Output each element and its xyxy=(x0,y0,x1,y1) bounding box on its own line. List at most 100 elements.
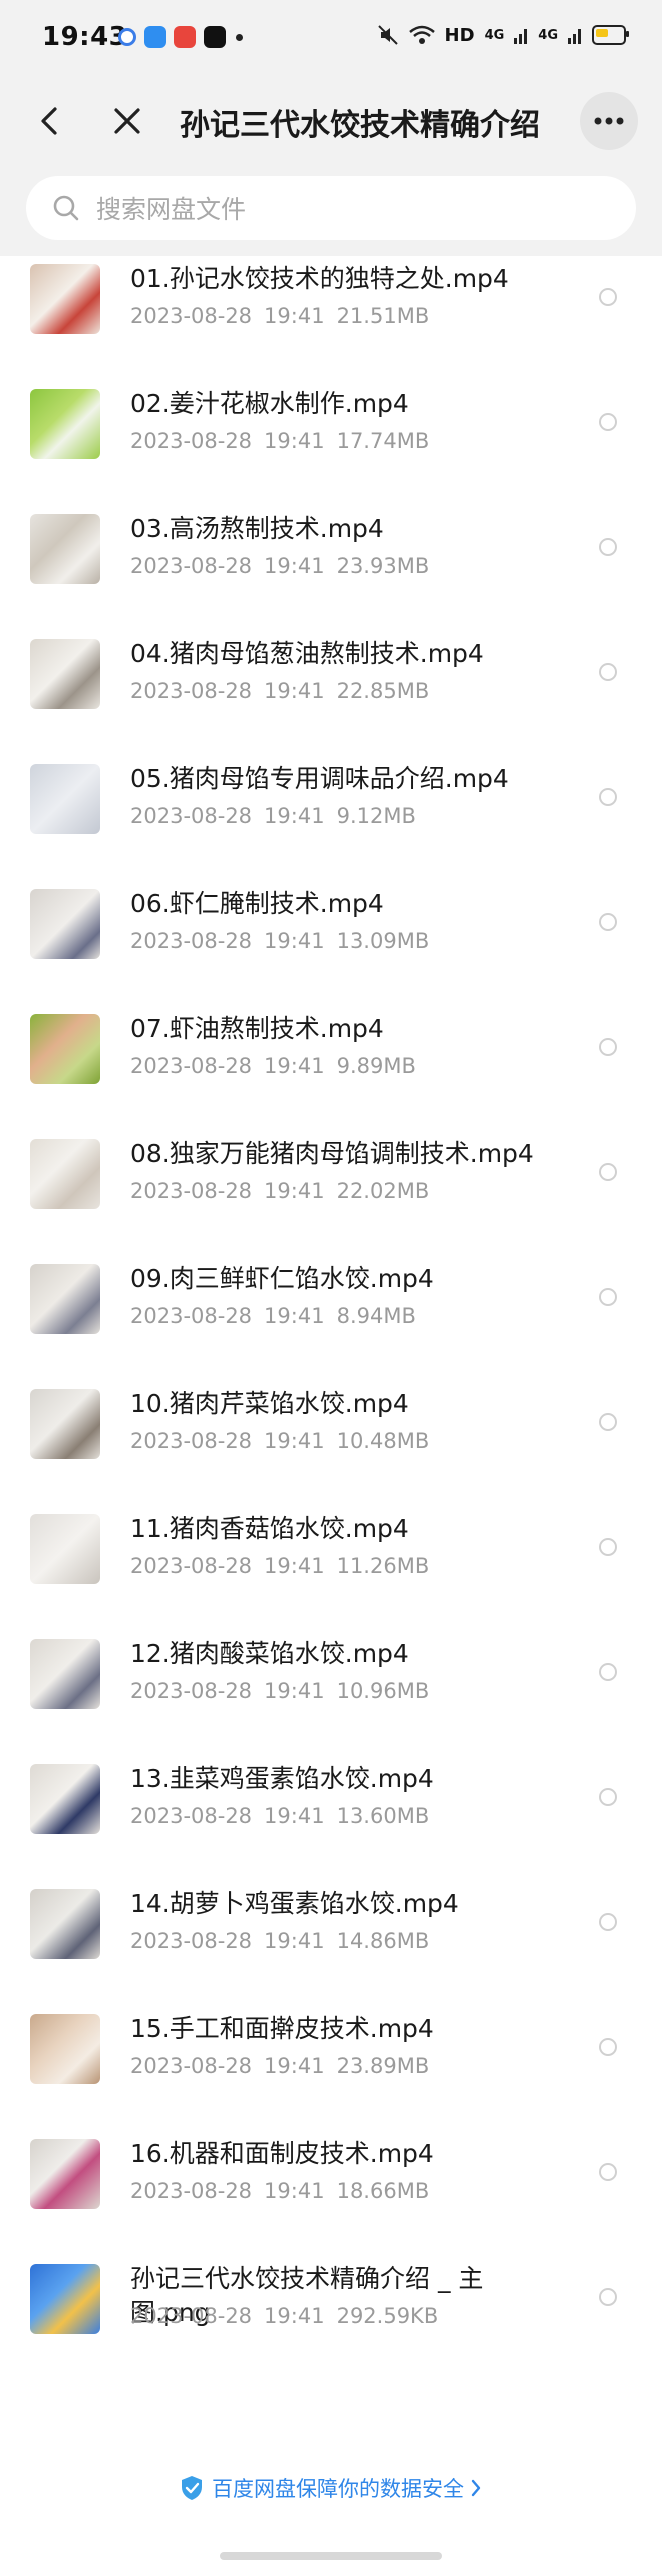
search-placeholder: 搜索网盘文件 xyxy=(96,195,247,224)
file-meta: 2023-08-28 19:41 10.96MB xyxy=(130,1679,429,1703)
file-meta: 2023-08-28 19:41 22.02MB xyxy=(130,1179,429,1203)
select-radio[interactable] xyxy=(599,1413,617,1431)
file-time: 19:41 xyxy=(264,1679,325,1703)
file-row[interactable]: 09.肉三鲜虾仁馅水饺.mp4 2023-08-28 19:41 8.94MB xyxy=(0,1256,662,1381)
security-footer[interactable]: 百度网盘保障你的数据安全 xyxy=(0,2468,662,2508)
file-row[interactable]: 05.猪肉母馅专用调味品介绍.mp4 2023-08-28 19:41 9.12MB xyxy=(0,756,662,881)
file-row[interactable]: 孙记三代水饺技术精确介绍 _ 主图.png 2023-08-28 19:41 292.… xyxy=(0,2256,662,2381)
file-row[interactable]: 14.胡萝卜鸡蛋素馅水饺.mp4 2023-08-28 19:41 14.86MB xyxy=(0,1881,662,2006)
select-radio[interactable] xyxy=(599,1538,617,1556)
file-size: 18.66MB xyxy=(336,2179,430,2203)
file-name: 16.机器和面制皮技术.mp4 xyxy=(130,2139,434,2168)
file-meta: 2023-08-28 19:41 9.12MB xyxy=(130,804,416,828)
select-radio[interactable] xyxy=(599,538,617,556)
file-size: 10.96MB xyxy=(336,1679,430,1703)
file-name: 04.猪肉母馅葱油熬制技术.mp4 xyxy=(130,639,484,668)
file-size: 13.09MB xyxy=(336,929,430,953)
file-row[interactable]: 06.虾仁腌制技术.mp4 2023-08-28 19:41 13.09MB xyxy=(0,881,662,1006)
more-notifications-dot xyxy=(236,33,243,41)
mute-icon xyxy=(377,25,398,45)
wifi-icon xyxy=(408,25,435,44)
file-date: 2023-08-28 xyxy=(130,1179,253,1203)
select-radio[interactable] xyxy=(599,2038,617,2056)
file-thumbnail xyxy=(30,1514,100,1584)
file-size: 23.93MB xyxy=(336,554,430,578)
file-row[interactable]: 11.猪肉香菇馅水饺.mp4 2023-08-28 19:41 11.26MB xyxy=(0,1506,662,1631)
select-radio[interactable] xyxy=(599,2163,617,2181)
file-size: 9.12MB xyxy=(336,804,416,828)
file-name: 10.猪肉芹菜馅水饺.mp4 xyxy=(130,1389,409,1418)
file-name: 12.猪肉酸菜馅水饺.mp4 xyxy=(130,1639,409,1668)
select-radio[interactable] xyxy=(599,1038,617,1056)
file-meta: 2023-08-28 19:41 23.89MB xyxy=(130,2054,429,2078)
file-row[interactable]: 08.独家万能猪肉母馅调制技术.mp4 2023-08-28 19:41 22.02M… xyxy=(0,1131,662,1256)
file-thumbnail xyxy=(30,639,100,709)
file-name: 13.韭菜鸡蛋素馅水饺.mp4 xyxy=(130,1764,434,1793)
file-meta: 2023-08-28 19:41 292.59KB xyxy=(130,2304,438,2328)
search-icon xyxy=(53,195,79,221)
file-meta: 2023-08-28 19:41 13.09MB xyxy=(130,929,429,953)
file-row[interactable]: 10.猪肉芹菜馅水饺.mp4 2023-08-28 19:41 10.48MB xyxy=(0,1381,662,1506)
file-list: 01.孙记水饺技术的独特之处.mp4 2023-08-28 19:41 21.51MB… xyxy=(0,256,662,2381)
file-name: 09.肉三鲜虾仁馅水饺.mp4 xyxy=(130,1264,434,1293)
signal-label-2: 4G xyxy=(538,27,558,43)
file-name: 02.姜汁花椒水制作.mp4 xyxy=(130,389,409,418)
file-name: 01.孙记水饺技术的独特之处.mp4 xyxy=(130,264,509,293)
file-thumbnail xyxy=(30,2264,100,2334)
more-button[interactable] xyxy=(580,92,638,150)
search-section: 搜索网盘文件 xyxy=(0,164,662,256)
file-row[interactable]: 16.机器和面制皮技术.mp4 2023-08-28 19:41 18.66MB xyxy=(0,2131,662,2256)
file-date: 2023-08-28 xyxy=(130,1429,253,1453)
file-time: 19:41 xyxy=(264,2304,325,2328)
file-date: 2023-08-28 xyxy=(130,429,253,453)
file-time: 19:41 xyxy=(264,929,325,953)
back-button[interactable] xyxy=(26,98,72,144)
select-radio[interactable] xyxy=(599,288,617,306)
chevron-left-icon xyxy=(41,107,57,135)
file-thumbnail xyxy=(30,1014,100,1084)
select-radio[interactable] xyxy=(599,1788,617,1806)
file-row[interactable]: 01.孙记水饺技术的独特之处.mp4 2023-08-28 19:41 21.51MB xyxy=(0,256,662,381)
hd-label: HD xyxy=(444,24,475,46)
file-row[interactable]: 02.姜汁花椒水制作.mp4 2023-08-28 19:41 17.74MB xyxy=(0,381,662,506)
select-radio[interactable] xyxy=(599,2288,617,2306)
app-notification-icon xyxy=(174,26,196,48)
select-radio[interactable] xyxy=(599,913,617,931)
file-row[interactable]: 12.猪肉酸菜馅水饺.mp4 2023-08-28 19:41 10.96MB xyxy=(0,1631,662,1756)
battery-icon xyxy=(592,25,629,45)
file-meta: 2023-08-28 19:41 18.66MB xyxy=(130,2179,429,2203)
file-row[interactable]: 07.虾油熬制技术.mp4 2023-08-28 19:41 9.89MB xyxy=(0,1006,662,1131)
select-radio[interactable] xyxy=(599,1663,617,1681)
select-radio[interactable] xyxy=(599,1163,617,1181)
file-row[interactable]: 03.高汤熬制技术.mp4 2023-08-28 19:41 23.93MB xyxy=(0,506,662,631)
file-date: 2023-08-28 xyxy=(130,2054,253,2078)
file-meta: 2023-08-28 19:41 21.51MB xyxy=(130,304,429,328)
select-radio[interactable] xyxy=(599,1288,617,1306)
file-row[interactable]: 15.手工和面擀皮技术.mp4 2023-08-28 19:41 23.89MB xyxy=(0,2006,662,2131)
file-time: 19:41 xyxy=(264,304,325,328)
file-name: 06.虾仁腌制技术.mp4 xyxy=(130,889,384,918)
file-row[interactable]: 13.韭菜鸡蛋素馅水饺.mp4 2023-08-28 19:41 13.60MB xyxy=(0,1756,662,1881)
status-bar: 19:43 HD 4G 4G xyxy=(0,0,662,78)
file-row[interactable]: 04.猪肉母馅葱油熬制技术.mp4 2023-08-28 19:41 22.85MB xyxy=(0,631,662,756)
file-date: 2023-08-28 xyxy=(130,679,253,703)
file-time: 19:41 xyxy=(264,1179,325,1203)
select-radio[interactable] xyxy=(599,1913,617,1931)
close-button[interactable] xyxy=(104,98,150,144)
file-date: 2023-08-28 xyxy=(130,1554,253,1578)
file-name: 03.高汤熬制技术.mp4 xyxy=(130,514,384,543)
file-size: 17.74MB xyxy=(336,429,430,453)
select-radio[interactable] xyxy=(599,413,617,431)
shield-icon xyxy=(182,2476,202,2500)
search-input[interactable]: 搜索网盘文件 xyxy=(26,176,636,240)
select-radio[interactable] xyxy=(599,663,617,681)
file-meta: 2023-08-28 19:41 13.60MB xyxy=(130,1804,429,1828)
select-radio[interactable] xyxy=(599,788,617,806)
file-time: 19:41 xyxy=(264,1554,325,1578)
file-thumbnail xyxy=(30,1639,100,1709)
file-name: 11.猪肉香菇馅水饺.mp4 xyxy=(130,1514,409,1543)
notification-icons xyxy=(118,26,243,48)
file-size: 22.85MB xyxy=(336,679,430,703)
file-time: 19:41 xyxy=(264,2054,325,2078)
file-size: 13.60MB xyxy=(336,1804,430,1828)
